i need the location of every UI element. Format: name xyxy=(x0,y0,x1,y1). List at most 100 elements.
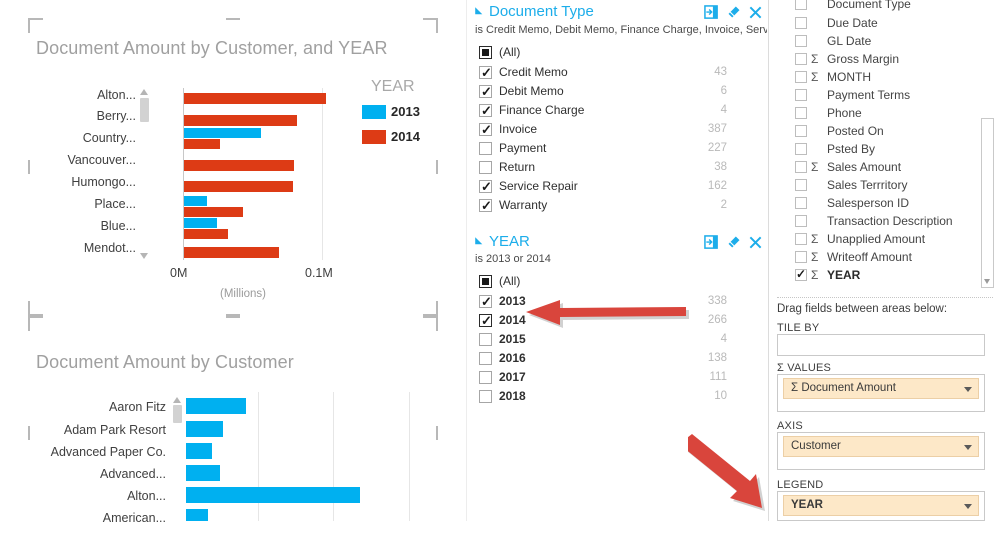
checkbox-unchecked[interactable] xyxy=(795,17,807,29)
checkbox-partial[interactable] xyxy=(479,275,492,288)
field-row-due-date[interactable]: Due Date xyxy=(769,15,1000,33)
field-pill-document-amount[interactable]: Σ Document Amount xyxy=(783,378,979,399)
collapse-caret-icon[interactable] xyxy=(471,7,483,18)
checkbox-unchecked[interactable] xyxy=(795,35,807,47)
close-icon[interactable] xyxy=(748,235,763,250)
popout-icon[interactable] xyxy=(704,5,719,20)
checkbox-checked[interactable]: ✓ xyxy=(795,267,807,281)
chart-top-bar-2014[interactable] xyxy=(184,207,243,217)
field-row-transaction-description[interactable]: Transaction Description xyxy=(769,213,1000,231)
field-row-phone[interactable]: Phone xyxy=(769,105,1000,123)
chevron-down-icon[interactable] xyxy=(964,445,972,450)
filter-item-2013[interactable]: ✓ 2013 338 xyxy=(467,293,769,312)
eraser-icon[interactable] xyxy=(726,5,741,20)
field-row-sales-territory[interactable]: Sales Terrritory xyxy=(769,177,1000,195)
filter-item-2017[interactable]: 2017 111 xyxy=(467,369,769,388)
well-tile-by[interactable] xyxy=(777,334,985,356)
chart-top-legend-item-2014[interactable]: 2014 xyxy=(362,129,420,144)
filter-item-2015[interactable]: 2015 4 xyxy=(467,331,769,350)
field-row-writeoff-amount[interactable]: Σ Writeoff Amount xyxy=(769,249,1000,267)
chevron-down-icon[interactable] xyxy=(964,387,972,392)
chart-bottom-scrollbar[interactable] xyxy=(172,396,183,521)
filter-header-year[interactable]: YEAR xyxy=(467,232,769,254)
checkbox-unchecked[interactable] xyxy=(795,0,807,10)
resize-handle-bottom-left[interactable] xyxy=(28,301,43,316)
checkbox-unchecked[interactable] xyxy=(479,161,492,174)
chart-top-bar-2014[interactable] xyxy=(184,115,297,126)
checkbox-checked[interactable]: ✓ xyxy=(479,65,492,80)
checkbox-checked[interactable]: ✓ xyxy=(479,294,492,309)
field-row-posted-on[interactable]: Posted On xyxy=(769,123,1000,141)
field-row-psted-by[interactable]: Psted By xyxy=(769,141,1000,159)
checkbox-unchecked[interactable] xyxy=(795,53,807,65)
checkbox-checked[interactable]: ✓ xyxy=(479,103,492,118)
filter-item-finance-charge[interactable]: ✓ Finance Charge 4 xyxy=(467,102,769,121)
filter-item-2016[interactable]: 2016 138 xyxy=(467,350,769,369)
chart-bottom-bar[interactable] xyxy=(186,487,360,503)
checkbox-unchecked[interactable] xyxy=(795,251,807,263)
resize-handle-top-right[interactable] xyxy=(423,316,438,331)
filter-item-debit-memo[interactable]: ✓ Debit Memo 6 xyxy=(467,83,769,102)
field-row-gross-margin[interactable]: Σ Gross Margin xyxy=(769,51,1000,69)
field-row-gl-date[interactable]: GL Date xyxy=(769,33,1000,51)
field-pill-year[interactable]: YEAR xyxy=(783,495,979,516)
resize-handle-top-left[interactable] xyxy=(28,18,43,33)
filter-item-warranty[interactable]: ✓ Warranty 2 xyxy=(467,197,769,216)
checkbox-unchecked[interactable] xyxy=(479,142,492,155)
checkbox-unchecked[interactable] xyxy=(479,352,492,365)
field-row-document-type[interactable]: Document Type xyxy=(769,0,1000,14)
filter-item-service-repair[interactable]: ✓ Service Repair 162 xyxy=(467,178,769,197)
chart-bottom-bar[interactable] xyxy=(186,509,208,521)
field-row-salesperson-id[interactable]: Salesperson ID xyxy=(769,195,1000,213)
chart-top-bar-2013[interactable] xyxy=(184,196,207,206)
checkbox-unchecked[interactable] xyxy=(795,215,807,227)
resize-handle-top-center[interactable] xyxy=(226,316,240,318)
chart-top-bar-2014[interactable] xyxy=(184,139,220,149)
filter-item-2014[interactable]: ✓ 2014 266 xyxy=(467,312,769,331)
filter-item-invoice[interactable]: ✓ Invoice 387 xyxy=(467,121,769,140)
filter-item-2018[interactable]: 2018 10 xyxy=(467,388,769,407)
close-icon[interactable] xyxy=(748,5,763,20)
checkbox-unchecked[interactable] xyxy=(795,233,807,245)
chart-top-bar-2013[interactable] xyxy=(184,128,261,138)
checkbox-unchecked[interactable] xyxy=(479,371,492,384)
resize-handle-top-center[interactable] xyxy=(226,18,240,20)
filter-item-return[interactable]: Return 38 xyxy=(467,159,769,178)
scrollbar-thumb[interactable] xyxy=(173,405,182,423)
filter-header-document-type[interactable]: Document Type xyxy=(467,2,769,24)
filter-item-credit-memo[interactable]: ✓ Credit Memo 43 xyxy=(467,64,769,83)
chart-top-bar-2014[interactable] xyxy=(184,160,294,171)
checkbox-checked[interactable]: ✓ xyxy=(479,122,492,137)
field-row-year[interactable]: ✓ Σ YEAR xyxy=(769,267,1000,285)
checkbox-unchecked[interactable] xyxy=(795,89,807,101)
well-values[interactable]: Σ Document Amount xyxy=(777,374,985,412)
checkbox-unchecked[interactable] xyxy=(479,390,492,403)
chart-bottom-bar[interactable] xyxy=(186,465,220,481)
checkbox-unchecked[interactable] xyxy=(479,333,492,346)
chart-bottom-bar[interactable] xyxy=(186,398,246,414)
checkbox-unchecked[interactable] xyxy=(795,197,807,209)
scroll-up-icon[interactable] xyxy=(173,397,181,403)
resize-handle-bottom-right[interactable] xyxy=(423,301,438,316)
checkbox-unchecked[interactable] xyxy=(795,107,807,119)
chevron-down-icon[interactable] xyxy=(964,504,972,509)
popout-icon[interactable] xyxy=(704,235,719,250)
checkbox-checked[interactable]: ✓ xyxy=(479,198,492,213)
chart-top-bar-2014[interactable] xyxy=(184,247,279,258)
field-row-month[interactable]: Σ MONTH xyxy=(769,69,1000,87)
chart-top-bar-2013[interactable] xyxy=(184,218,217,228)
filter-item-all[interactable]: (All) xyxy=(467,43,769,64)
scroll-down-icon[interactable] xyxy=(984,279,990,284)
resize-handle-top-right[interactable] xyxy=(423,18,438,33)
chart-top-bar-2014[interactable] xyxy=(184,93,326,104)
field-row-payment-terms[interactable]: Payment Terms xyxy=(769,87,1000,105)
checkbox-unchecked[interactable] xyxy=(795,71,807,83)
checkbox-checked[interactable]: ✓ xyxy=(479,84,492,99)
resize-handle-right-center[interactable] xyxy=(436,160,438,174)
chart-top-bar-2014[interactable] xyxy=(184,181,293,192)
eraser-icon[interactable] xyxy=(726,235,741,250)
filter-item-all[interactable]: (All) xyxy=(467,272,769,293)
checkbox-checked[interactable]: ✓ xyxy=(479,179,492,194)
checkbox-checked-focused[interactable]: ✓ xyxy=(479,313,492,328)
field-pill-customer[interactable]: Customer xyxy=(783,436,979,457)
